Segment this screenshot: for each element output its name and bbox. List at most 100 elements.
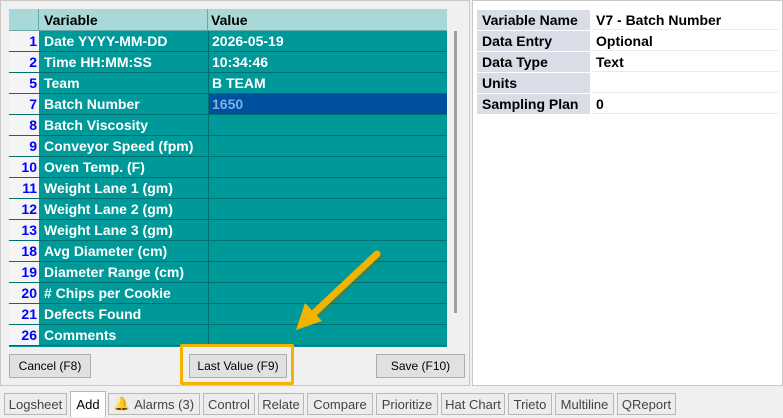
value-cell[interactable] bbox=[208, 178, 447, 198]
grid-row[interactable]: 9 Conveyor Speed (fpm) bbox=[9, 136, 447, 157]
value-cell[interactable]: 1650 bbox=[208, 94, 447, 114]
value-text: 2026-05-19 bbox=[212, 33, 284, 49]
tab-label: Alarms (3) bbox=[134, 396, 195, 412]
value-cell[interactable] bbox=[208, 115, 447, 135]
header-separator bbox=[207, 9, 208, 31]
property-value: 0 bbox=[592, 94, 779, 114]
grid-row[interactable]: 18 Avg Diameter (cm) bbox=[9, 241, 447, 262]
variable-name: Comments bbox=[44, 327, 117, 343]
property-row: Sampling Plan 0 bbox=[477, 94, 779, 115]
save-button[interactable]: Save (F10) bbox=[376, 354, 465, 378]
value-cell[interactable] bbox=[208, 325, 447, 345]
tab-trieto[interactable]: Trieto bbox=[508, 393, 552, 415]
property-label: Data Type bbox=[477, 52, 590, 72]
variable-name: Weight Lane 3 (gm) bbox=[44, 222, 173, 238]
grid-row[interactable]: 7 Batch Number 1650 bbox=[9, 94, 447, 115]
variable-name: Weight Lane 1 (gm) bbox=[44, 180, 173, 196]
header-number-column bbox=[9, 9, 39, 31]
tab-prioritize[interactable]: Prioritize bbox=[376, 393, 438, 415]
row-number: 11 bbox=[9, 178, 39, 198]
data-entry-panel: Variable Value 1 Date YYYY-MM-DD 2026-05-1… bbox=[0, 0, 470, 386]
value-cell[interactable] bbox=[208, 136, 447, 156]
tab-label: Add bbox=[76, 397, 100, 412]
row-number: 20 bbox=[9, 283, 39, 303]
value-cell[interactable] bbox=[208, 220, 447, 240]
value-cell[interactable] bbox=[208, 199, 447, 219]
tab-label: Trieto bbox=[513, 396, 547, 412]
property-value bbox=[592, 73, 779, 93]
tab-qreport[interactable]: QReport bbox=[617, 393, 676, 415]
variable-grid: Variable Value 1 Date YYYY-MM-DD 2026-05-1… bbox=[9, 9, 447, 347]
variable-name: Conveyor Speed (fpm) bbox=[44, 138, 194, 154]
variable-name: Diameter Range (cm) bbox=[44, 264, 185, 280]
tab-label: Control bbox=[208, 396, 250, 412]
grid-row[interactable]: 8 Batch Viscosity bbox=[9, 115, 447, 136]
tab-relate[interactable]: Relate bbox=[258, 393, 304, 415]
tab-label: QReport bbox=[621, 396, 672, 412]
value-text: B TEAM bbox=[212, 75, 266, 91]
tab-multiline[interactable]: Multiline bbox=[555, 393, 614, 415]
property-row: Data Type Text bbox=[477, 52, 779, 73]
grid-row[interactable]: 21 Defects Found bbox=[9, 304, 447, 325]
cancel-button[interactable]: Cancel (F8) bbox=[9, 354, 91, 378]
grid-row[interactable]: 13 Weight Lane 3 (gm) bbox=[9, 220, 447, 241]
grid-row[interactable]: 1 Date YYYY-MM-DD 2026-05-19 bbox=[9, 31, 447, 52]
tab-label: Compare bbox=[313, 396, 367, 412]
value-cell[interactable]: 10:34:46 bbox=[208, 52, 447, 72]
property-label: Variable Name bbox=[477, 10, 590, 30]
value-cell[interactable] bbox=[208, 304, 447, 324]
variable-name: Time HH:MM:SS bbox=[44, 54, 152, 70]
row-number: 18 bbox=[9, 241, 39, 261]
value-cell[interactable] bbox=[208, 262, 447, 282]
tab-logsheet[interactable]: Logsheet bbox=[4, 393, 67, 415]
property-row: Variable Name V7 - Batch Number bbox=[477, 10, 779, 31]
highlight-annotation-box bbox=[180, 344, 294, 385]
grid-row[interactable]: 11 Weight Lane 1 (gm) bbox=[9, 178, 447, 199]
property-row: Units bbox=[477, 73, 779, 94]
grid-row[interactable]: 2 Time HH:MM:SS 10:34:46 bbox=[9, 52, 447, 73]
row-number: 2 bbox=[9, 52, 39, 72]
value-cell[interactable]: 2026-05-19 bbox=[208, 31, 447, 51]
property-value: V7 - Batch Number bbox=[592, 10, 779, 30]
grid-row[interactable]: 12 Weight Lane 2 (gm) bbox=[9, 199, 447, 220]
row-number: 10 bbox=[9, 157, 39, 177]
tab-control[interactable]: Control bbox=[203, 393, 255, 415]
grid-row[interactable]: 26 Comments bbox=[9, 325, 447, 346]
grid-row[interactable]: 19 Diameter Range (cm) bbox=[9, 262, 447, 283]
property-label: Units bbox=[477, 73, 590, 93]
row-number: 1 bbox=[9, 31, 39, 51]
grid-row[interactable]: 10 Oven Temp. (F) bbox=[9, 157, 447, 178]
row-number: 9 bbox=[9, 136, 39, 156]
tab-label: Relate bbox=[262, 396, 300, 412]
vertical-scrollbar[interactable] bbox=[447, 9, 464, 347]
property-label: Sampling Plan bbox=[477, 94, 590, 114]
value-cell[interactable]: B TEAM bbox=[208, 73, 447, 93]
tab-add[interactable]: Add bbox=[70, 391, 106, 417]
property-row: Data Entry Optional bbox=[477, 31, 779, 52]
tab-label: Logsheet bbox=[8, 396, 63, 412]
scrollbar-thumb[interactable] bbox=[454, 31, 457, 313]
variable-name: Oven Temp. (F) bbox=[44, 159, 145, 175]
variable-name: Batch Viscosity bbox=[44, 117, 149, 133]
row-number: 19 bbox=[9, 262, 39, 282]
tab-label: Hat Chart bbox=[445, 396, 501, 412]
row-number: 12 bbox=[9, 199, 39, 219]
tab-hat-chart[interactable]: Hat Chart bbox=[441, 393, 505, 415]
value-cell[interactable] bbox=[208, 241, 447, 261]
grid-row[interactable]: 20 # Chips per Cookie bbox=[9, 283, 447, 304]
value-cell[interactable] bbox=[208, 157, 447, 177]
value-cell[interactable] bbox=[208, 283, 447, 303]
tab-compare[interactable]: Compare bbox=[307, 393, 373, 415]
tab-label: Multiline bbox=[560, 396, 609, 412]
value-text: 10:34:46 bbox=[212, 54, 269, 70]
row-number: 7 bbox=[9, 94, 39, 114]
bell-icon: 🔔 bbox=[113, 396, 131, 411]
property-value: Optional bbox=[592, 31, 779, 51]
grid-row[interactable]: 5 Team B TEAM bbox=[9, 73, 447, 94]
row-number: 21 bbox=[9, 304, 39, 324]
variable-name: Defects Found bbox=[44, 306, 142, 322]
header-value: Value bbox=[211, 12, 248, 28]
tab-alarms-3[interactable]: 🔔 Alarms (3) bbox=[108, 393, 200, 415]
property-label: Data Entry bbox=[477, 31, 590, 51]
tab-label: Prioritize bbox=[381, 396, 433, 412]
